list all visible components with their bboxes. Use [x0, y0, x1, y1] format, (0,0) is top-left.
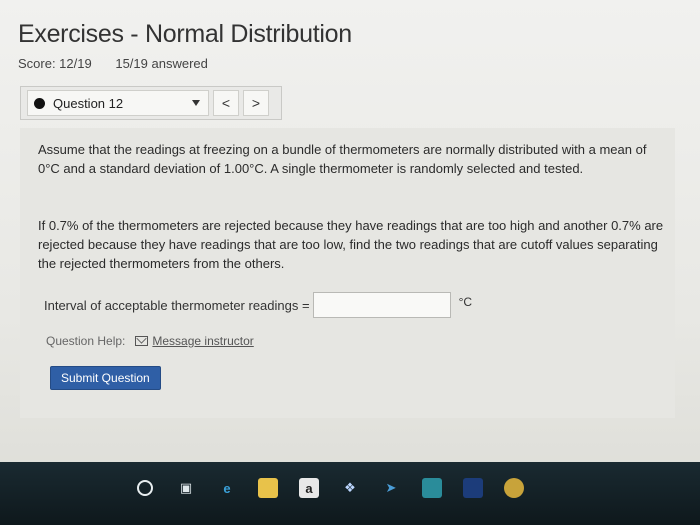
- page-title: Exercises - Normal Distribution: [18, 20, 352, 48]
- taskbar-icons: ▣ e a ❖ ➤: [135, 478, 524, 498]
- app-icon-3[interactable]: [463, 478, 483, 498]
- question-text-1: Assume that the readings at freezing on …: [38, 142, 647, 176]
- previous-question-button[interactable]: <: [213, 90, 239, 116]
- app-icon-2[interactable]: [422, 478, 442, 498]
- chrome-icon[interactable]: [504, 478, 524, 498]
- taskbar: ▣ e a ❖ ➤: [0, 462, 700, 525]
- answered-count: 15/19 answered: [115, 56, 208, 71]
- question-panel: Assume that the readings at freezing on …: [20, 128, 675, 418]
- answer-row: Interval of acceptable thermometer readi…: [44, 292, 472, 318]
- score-row: Score: 12/19 15/19 answered: [18, 56, 228, 71]
- answer-input[interactable]: [312, 292, 451, 318]
- submit-question-button[interactable]: Submit Question: [50, 366, 161, 390]
- mail-icon: [135, 336, 149, 346]
- file-explorer-icon[interactable]: [258, 478, 278, 498]
- task-view-icon[interactable]: ▣: [176, 478, 196, 498]
- question-select[interactable]: Question 12: [27, 90, 209, 116]
- next-question-button[interactable]: >: [243, 90, 269, 116]
- amazon-icon[interactable]: a: [299, 478, 319, 498]
- status-bullet-icon: [34, 97, 45, 109]
- message-instructor-link[interactable]: Message instructor: [152, 334, 253, 348]
- question-help: Question Help: Message instructor: [46, 334, 254, 348]
- edge-icon[interactable]: e: [217, 478, 237, 498]
- dropbox-icon[interactable]: ❖: [340, 478, 360, 498]
- question-help-label: Question Help:: [46, 334, 126, 348]
- question-text-2: If 0.7% of the thermometers are rejected…: [38, 218, 664, 271]
- caret-down-icon: [192, 100, 200, 106]
- unit-label: °C: [458, 295, 473, 309]
- answer-label: Interval of acceptable thermometer readi…: [44, 297, 310, 313]
- score-text: Score: 12/19: [18, 56, 92, 71]
- question-select-label: Question 12: [53, 95, 124, 111]
- cortana-icon[interactable]: [135, 478, 155, 498]
- app-icon[interactable]: ➤: [381, 478, 401, 498]
- question-nav: Question 12 < >: [20, 86, 282, 120]
